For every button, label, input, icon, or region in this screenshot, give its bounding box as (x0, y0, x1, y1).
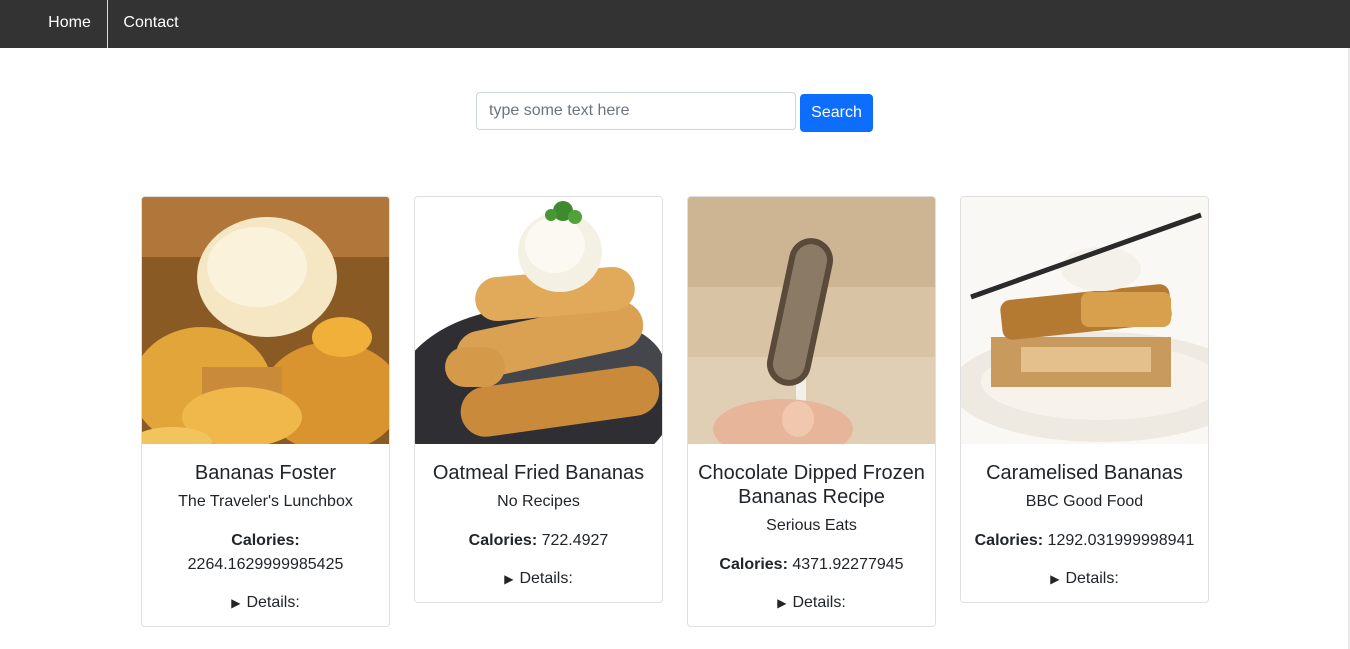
recipe-image (415, 197, 662, 444)
triangle-right-icon: ▶ (1050, 572, 1060, 586)
triangle-right-icon: ▶ (504, 572, 514, 586)
card-body: Chocolate Dipped Frozen Bananas Recipe S… (688, 444, 935, 626)
recipe-image (142, 197, 389, 444)
card-calories: Calories: 2264.1629999985425 (150, 529, 381, 577)
details-label: Details: (792, 594, 846, 611)
details-label: Details: (519, 570, 573, 587)
details-toggle[interactable]: ▶ Details: (423, 569, 654, 589)
calories-label: Calories: (231, 532, 300, 549)
details-toggle[interactable]: ▶ Details: (150, 593, 381, 613)
recipe-image (961, 197, 1208, 444)
card-title: Oatmeal Fried Bananas (432, 462, 645, 484)
calories-value: 4371.92277945 (792, 556, 904, 573)
card-body: Bananas Foster The Traveler's Lunchbox C… (142, 444, 389, 626)
card-title: Caramelised Bananas (986, 462, 1183, 484)
card-calories: Calories: 722.4927 (423, 529, 654, 553)
details-label: Details: (1065, 570, 1119, 587)
nav-home-link[interactable]: Home (32, 0, 108, 48)
calories-value: 1292.031999998941 (1047, 532, 1195, 549)
calories-label: Calories: (719, 556, 788, 573)
top-navbar: Home Contact (0, 0, 1350, 48)
nav-contact-link[interactable]: Contact (108, 0, 194, 48)
triangle-right-icon: ▶ (231, 596, 241, 610)
calories-label: Calories: (468, 532, 538, 549)
calories-label: Calories: (974, 532, 1044, 549)
card-title: Chocolate Dipped Frozen Bananas Recipe (698, 462, 925, 508)
recipe-card: Oatmeal Fried Bananas No Recipes Calorie… (414, 196, 663, 603)
card-source: The Traveler's Lunchbox (178, 493, 353, 510)
card-calories: Calories: 1292.031999998941 (969, 529, 1200, 553)
details-toggle[interactable]: ▶ Details: (969, 569, 1200, 589)
recipe-card: Chocolate Dipped Frozen Bananas Recipe S… (687, 196, 936, 627)
search-input[interactable] (476, 92, 796, 130)
card-title: Bananas Foster (194, 462, 337, 484)
card-body: Oatmeal Fried Bananas No Recipes Calorie… (415, 444, 662, 602)
card-source: Serious Eats (766, 517, 857, 534)
triangle-right-icon: ▶ (777, 596, 787, 610)
recipe-image (688, 197, 935, 444)
recipe-card: Bananas Foster The Traveler's Lunchbox C… (141, 196, 390, 627)
card-source: BBC Good Food (1025, 493, 1144, 510)
details-toggle[interactable]: ▶ Details: (696, 593, 927, 613)
recipe-card: Caramelised Bananas BBC Good Food Calori… (960, 196, 1209, 603)
card-body: Caramelised Bananas BBC Good Food Calori… (961, 444, 1208, 602)
details-label: Details: (246, 594, 300, 611)
search-button[interactable]: Search (800, 94, 873, 132)
card-source: No Recipes (497, 493, 580, 510)
card-calories: Calories: 4371.92277945 (696, 553, 927, 577)
calories-value: 2264.1629999985425 (187, 556, 344, 573)
calories-value: 722.4927 (541, 532, 609, 549)
